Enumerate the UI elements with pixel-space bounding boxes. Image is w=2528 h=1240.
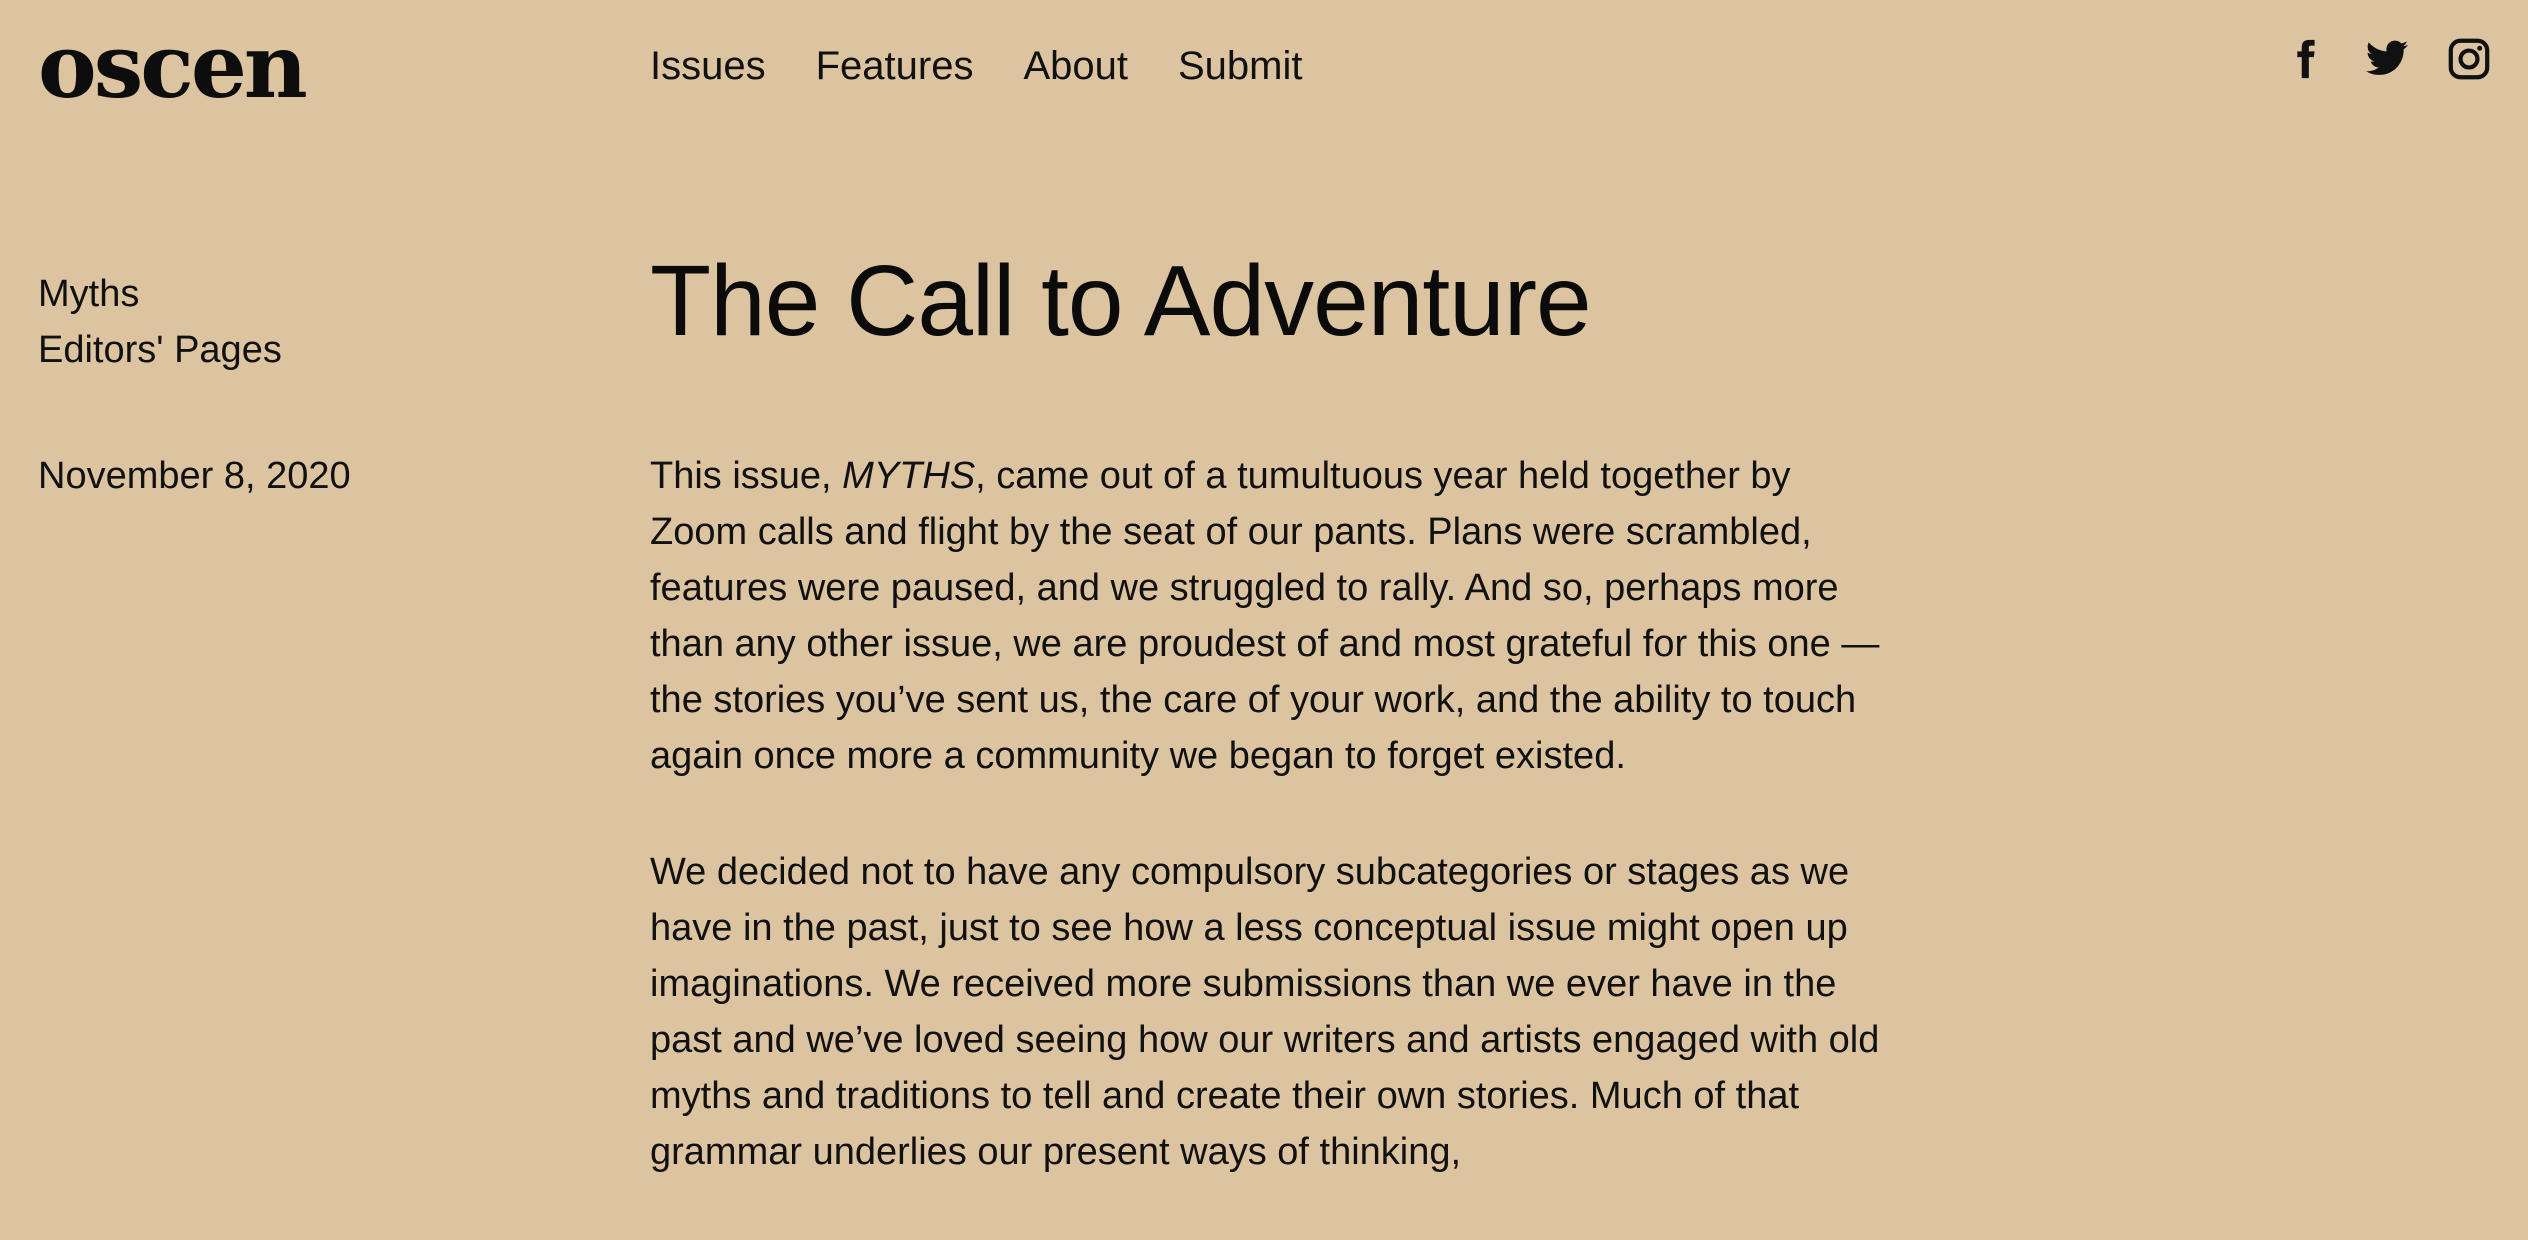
instagram-icon[interactable] xyxy=(2446,36,2492,82)
article-paragraph: This issue, MYTHS, came out of a tumultu… xyxy=(650,448,1880,784)
twitter-icon[interactable] xyxy=(2364,36,2410,82)
social-links xyxy=(2282,36,2492,82)
issue-name-emphasis: MYTHS xyxy=(842,455,976,497)
article-body: This issue, MYTHS, came out of a tumultu… xyxy=(650,448,1880,1240)
category-list: Myths Editors' Pages xyxy=(38,266,282,378)
nav-item-submit[interactable]: Submit xyxy=(1178,36,1303,96)
facebook-icon[interactable] xyxy=(2282,36,2328,82)
category-link-myths[interactable]: Myths xyxy=(38,266,282,322)
publish-date: November 8, 2020 xyxy=(38,455,351,497)
category-link-editors-pages[interactable]: Editors' Pages xyxy=(38,322,282,378)
main-nav: Issues Features About Submit xyxy=(650,36,1303,96)
nav-item-about[interactable]: About xyxy=(1023,36,1128,96)
nav-item-features[interactable]: Features xyxy=(816,36,974,96)
paragraph-text: , came out of a tumultuous year held tog… xyxy=(650,455,1880,777)
article-paragraph: We decided not to have any compulsory su… xyxy=(650,851,1880,1173)
nav-item-issues[interactable]: Issues xyxy=(650,36,766,96)
site-logo[interactable]: oscen xyxy=(38,6,308,126)
paragraph-text: This issue, xyxy=(650,455,843,497)
article-title: The Call to Adventure xyxy=(650,245,1592,357)
